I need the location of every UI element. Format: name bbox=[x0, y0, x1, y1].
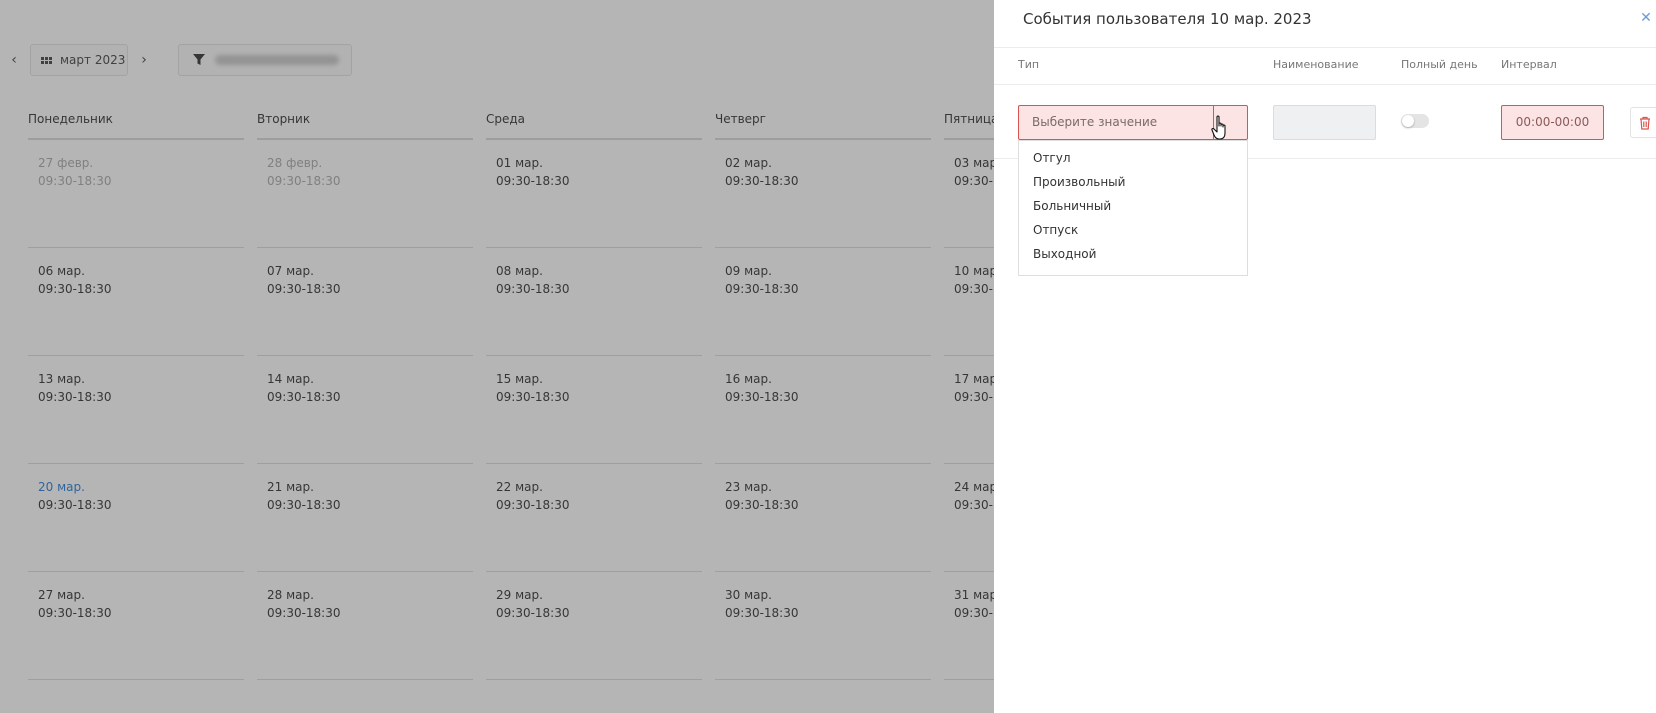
dropdown-option[interactable]: Отгул bbox=[1019, 146, 1247, 170]
column-header-type: Тип bbox=[1018, 58, 1040, 71]
close-icon: ✕ bbox=[1640, 10, 1652, 26]
dropdown-option[interactable]: Больничный bbox=[1019, 194, 1247, 218]
column-header-full-day: Полный день bbox=[1401, 58, 1478, 71]
column-header-name: Наименование bbox=[1273, 58, 1359, 71]
event-type-placeholder: Выберите значение bbox=[1032, 115, 1158, 129]
table-header-divider bbox=[994, 84, 1656, 85]
modal-overlay[interactable] bbox=[0, 0, 994, 713]
delete-row-button[interactable] bbox=[1630, 107, 1656, 138]
dropdown-option[interactable]: Отпуск bbox=[1019, 218, 1247, 242]
drawer-title: События пользователя 10 мар. 2023 bbox=[1023, 10, 1312, 28]
trash-icon bbox=[1640, 116, 1650, 130]
event-name-input[interactable] bbox=[1273, 105, 1376, 140]
user-events-drawer: События пользователя 10 мар. 2023 ✕ Тип … bbox=[994, 0, 1656, 713]
interval-input[interactable]: 00:00-00:00 bbox=[1501, 105, 1604, 140]
full-day-toggle[interactable] bbox=[1401, 114, 1429, 128]
event-type-dropdown: Отгул Произвольный Больничный Отпуск Вых… bbox=[1018, 140, 1248, 276]
toggle-knob bbox=[1402, 115, 1414, 127]
column-header-interval: Интервал bbox=[1501, 58, 1557, 71]
drawer-divider bbox=[994, 47, 1656, 48]
dropdown-option[interactable]: Произвольный bbox=[1019, 170, 1247, 194]
close-button[interactable]: ✕ bbox=[1638, 8, 1654, 28]
hand-cursor-icon bbox=[1211, 115, 1226, 140]
dropdown-option[interactable]: Выходной bbox=[1019, 242, 1247, 266]
